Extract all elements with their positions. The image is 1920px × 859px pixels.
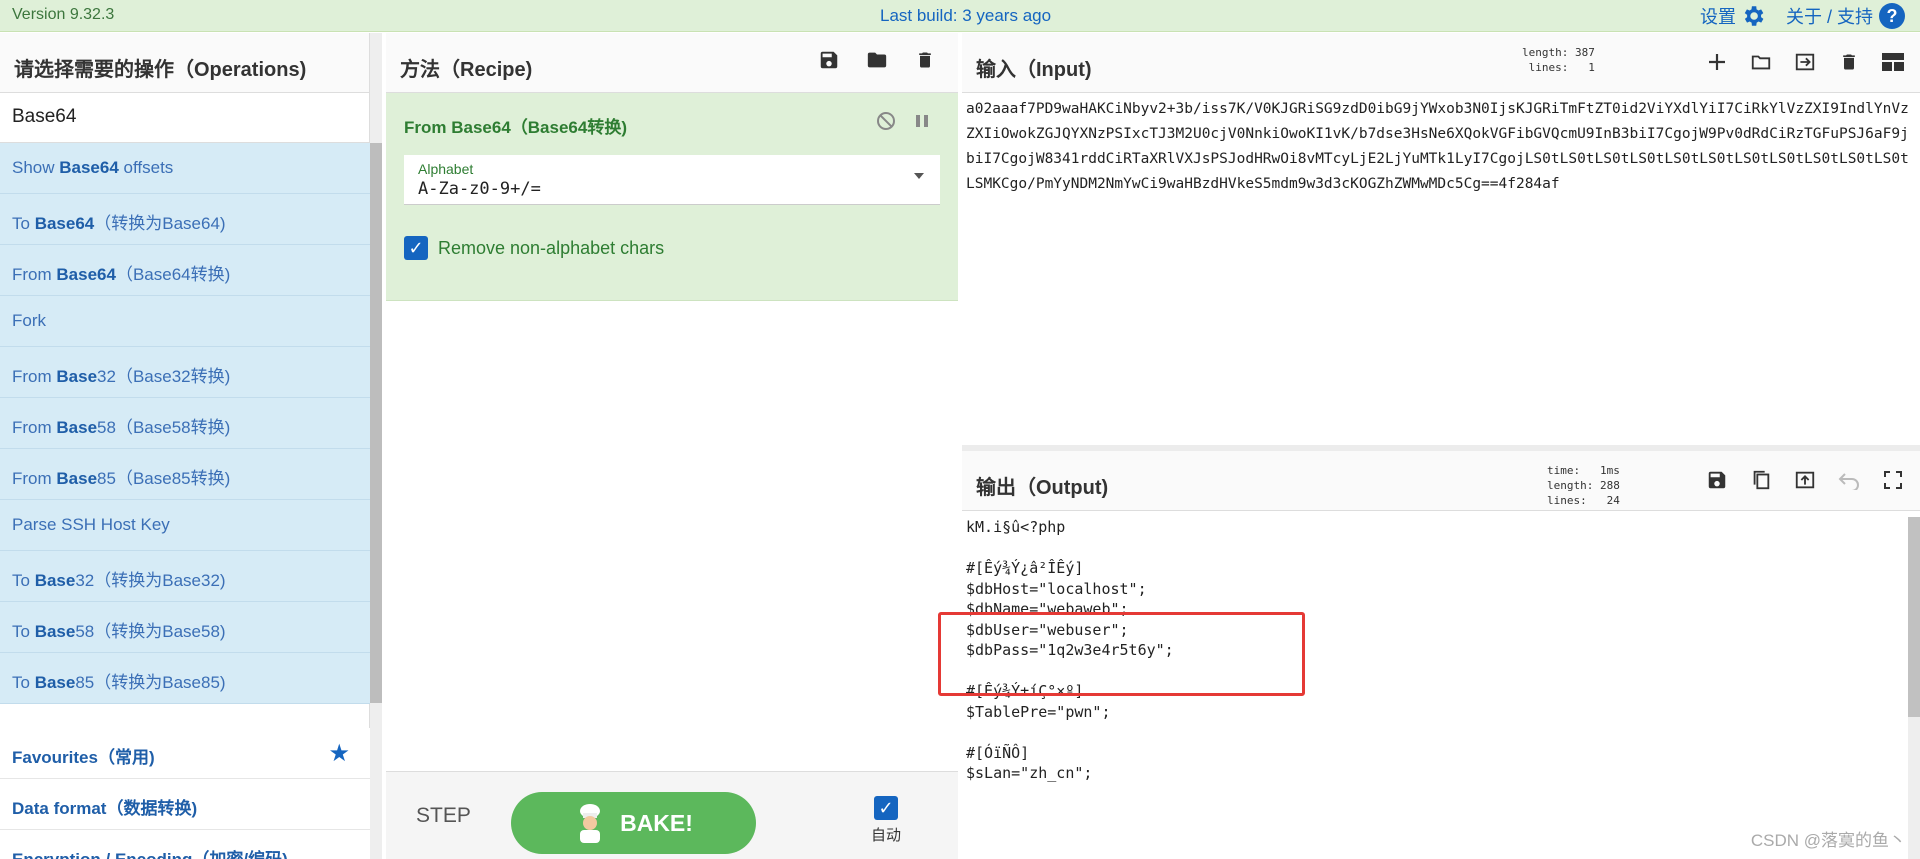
open-folder-icon[interactable] bbox=[1748, 49, 1774, 75]
about-label: 关于 / 支持 bbox=[1786, 7, 1874, 27]
operations-scrollbar[interactable] bbox=[370, 143, 382, 703]
checkbox-checked-icon: ✓ bbox=[404, 236, 428, 260]
bake-button[interactable]: BAKE! bbox=[511, 792, 756, 854]
output-header: 输出（Output) time: 1ms length: 288 lines: … bbox=[962, 451, 1920, 511]
operation-list-item[interactable]: From Base85（Base85转换) bbox=[0, 449, 370, 500]
settings-label: 设置 bbox=[1700, 7, 1736, 27]
last-build-link[interactable]: Last build: 3 years ago bbox=[880, 6, 1051, 26]
chevron-down-icon bbox=[914, 173, 924, 179]
operations-title: 请选择需要的操作（Operations) bbox=[0, 33, 369, 93]
input-textarea[interactable]: a02aaaf7PD9waHAKCiNbyv2+3b/iss7K/V0KJGRi… bbox=[966, 97, 1916, 197]
operation-list-item[interactable]: To Base32（转换为Base32) bbox=[0, 551, 370, 602]
operation-list-item[interactable]: From Base32（Base32转换) bbox=[0, 347, 370, 398]
load-file-icon[interactable] bbox=[1792, 49, 1818, 75]
recipe-operation-card[interactable]: From Base64（Base64转换) Alphabet A-Za-z0-9… bbox=[386, 93, 958, 301]
alphabet-label: Alphabet bbox=[418, 161, 474, 177]
checkbox-checked-icon: ✓ bbox=[874, 796, 898, 820]
operations-search-input[interactable]: Base64 bbox=[0, 93, 369, 143]
operation-list-item[interactable]: To Base64（转换为Base64) bbox=[0, 194, 370, 245]
output-line: kM.i§û<?php bbox=[966, 518, 1066, 536]
output-line: #[ÓïÑÔ] bbox=[966, 743, 1030, 762]
operation-list-item[interactable]: From Base64（Base64转换) bbox=[0, 245, 370, 296]
operation-list-item[interactable]: To Base85（转换为Base85) bbox=[0, 653, 370, 704]
remove-non-alphabet-label: Remove non-alphabet chars bbox=[438, 237, 665, 258]
alphabet-select[interactable]: Alphabet A-Za-z0-9+/= bbox=[404, 155, 940, 205]
operation-list-item[interactable]: To Base58（转换为Base58) bbox=[0, 602, 370, 653]
alphabet-value: A-Za-z0-9+/= bbox=[418, 179, 541, 199]
recipe-header: 方法（Recipe) bbox=[386, 33, 958, 93]
maximize-icon[interactable] bbox=[1880, 467, 1906, 493]
clear-input-trash-icon[interactable] bbox=[1836, 49, 1862, 75]
version-label: Version 9.32.3 bbox=[12, 6, 115, 23]
recipe-panel: 方法（Recipe) From Base64（Base64转换) Alphabe… bbox=[386, 33, 958, 859]
output-stats: time: 1ms length: 288 lines: 24 bbox=[1547, 464, 1620, 507]
bake-bar: STEP BAKE! ✓ 自动 bbox=[386, 771, 958, 859]
star-icon: ★ bbox=[328, 740, 350, 767]
output-line: $TablePre="pwn"; bbox=[966, 702, 1111, 721]
operations-list: Show Base64 offsets To Base64（转换为Base64) F… bbox=[0, 143, 370, 704]
output-line: $dbHost="localhost"; bbox=[966, 579, 1147, 598]
help-icon: ? bbox=[1879, 3, 1906, 29]
category-encryption-encoding[interactable]: Encryption / Encoding（加密/编码) bbox=[0, 830, 370, 859]
input-stats: length: 387 lines: 1 bbox=[1522, 46, 1595, 74]
chef-icon bbox=[580, 804, 601, 843]
io-panel: 输入（Input) length: 387 lines: 1 a02aaaf7P… bbox=[962, 33, 1920, 859]
category-label: Favourites（常用) bbox=[12, 748, 155, 767]
trash-icon[interactable] bbox=[912, 47, 938, 73]
auto-label: 自动 bbox=[871, 827, 902, 844]
output-line: #[Êý¾Ý¿â²ÎÊý] bbox=[966, 559, 1084, 577]
category-favourites[interactable]: Favourites（常用) ★ bbox=[0, 728, 370, 779]
operation-list-item[interactable]: Fork bbox=[0, 296, 370, 347]
add-input-icon[interactable] bbox=[1704, 49, 1730, 75]
save-icon[interactable] bbox=[816, 47, 842, 73]
category-data-format[interactable]: Data format（数据转换) bbox=[0, 779, 370, 830]
copy-icon[interactable] bbox=[1748, 467, 1774, 493]
about-support-button[interactable]: 关于 / 支持 ? bbox=[1786, 3, 1906, 29]
step-button[interactable]: STEP bbox=[416, 804, 471, 828]
bake-label: BAKE! bbox=[620, 809, 693, 836]
settings-button[interactable]: 设置 bbox=[1700, 3, 1766, 29]
input-header: 输入（Input) length: 387 lines: 1 bbox=[962, 33, 1920, 93]
disable-icon[interactable] bbox=[876, 111, 896, 131]
output-scrollbar[interactable] bbox=[1908, 517, 1920, 859]
top-banner: Version 9.32.3 Last build: 3 years ago 设… bbox=[0, 0, 1920, 32]
replace-input-icon[interactable] bbox=[1792, 467, 1818, 493]
category-label: Encryption / Encoding（加密/编码) bbox=[12, 850, 288, 859]
operation-list-item[interactable]: Show Base64 offsets bbox=[0, 143, 370, 194]
category-label: Data format（数据转换) bbox=[12, 799, 198, 818]
recipe-title: 方法（Recipe) bbox=[400, 59, 533, 81]
folder-icon[interactable] bbox=[864, 47, 890, 73]
operation-list-item[interactable]: From Base58（Base58转换) bbox=[0, 398, 370, 449]
layout-icon[interactable] bbox=[1880, 49, 1906, 75]
watermark: CSDN @落寞的鱼丶 bbox=[1750, 831, 1906, 850]
save-output-icon[interactable] bbox=[1704, 467, 1730, 493]
remove-non-alphabet-checkbox[interactable]: ✓ Remove non-alphabet chars bbox=[404, 236, 664, 260]
output-line: $sLan="zh_cn"; bbox=[966, 764, 1093, 782]
highlight-box bbox=[938, 612, 1305, 696]
operation-list-item[interactable]: Parse SSH Host Key bbox=[0, 500, 370, 551]
undo-icon[interactable] bbox=[1836, 467, 1862, 493]
auto-bake-toggle[interactable]: ✓ 自动 bbox=[871, 796, 901, 845]
operations-panel: 请选择需要的操作（Operations) Base64 Show Base64 … bbox=[0, 33, 370, 859]
gear-icon bbox=[1744, 6, 1764, 26]
operation-name: From Base64（Base64转换) bbox=[404, 118, 627, 137]
output-title: 输出（Output) bbox=[976, 477, 1109, 499]
pause-icon[interactable] bbox=[914, 111, 930, 131]
input-title: 输入（Input) bbox=[976, 59, 1092, 81]
